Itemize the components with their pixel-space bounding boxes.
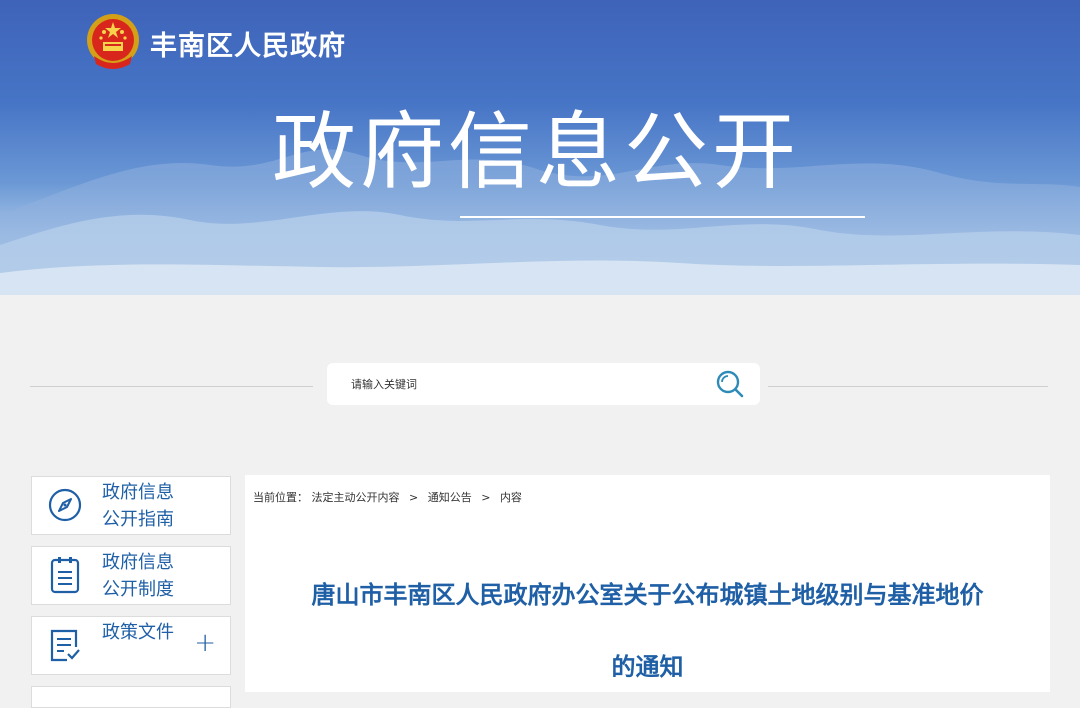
hero-title: 政府信息公开 bbox=[272, 103, 801, 201]
expand-plus-icon[interactable]: + bbox=[194, 630, 216, 656]
hero-underline bbox=[460, 216, 865, 218]
sidebar-item-disclosure-system[interactable]: 政府信息 公开制度 bbox=[31, 546, 231, 605]
search-input[interactable] bbox=[343, 363, 719, 405]
search-divider-right bbox=[768, 386, 1048, 387]
breadcrumb-link-notices[interactable]: 通知公告 bbox=[428, 491, 472, 504]
content-panel: 当前位置： 法定主动公开内容 > 通知公告 > 内容 唐山市丰南区人民政府办公室… bbox=[245, 475, 1050, 692]
article-title-line-2: 的通知 bbox=[611, 653, 684, 681]
document-check-icon bbox=[50, 629, 80, 662]
breadcrumb-separator: > bbox=[409, 491, 419, 504]
breadcrumb-separator: > bbox=[481, 491, 491, 504]
compass-icon bbox=[48, 488, 82, 522]
sidebar-item-next[interactable] bbox=[31, 686, 231, 708]
sidebar-item-label: 政策文件 bbox=[102, 622, 174, 643]
national-emblem-icon bbox=[87, 14, 139, 69]
sidebar-item-label: 政府信息 公开制度 bbox=[102, 552, 174, 600]
breadcrumb-prefix: 当前位置： bbox=[253, 491, 308, 504]
article-title: 唐山市丰南区人民政府办公室关于公布城镇土地级别与基准地价 的通知 bbox=[275, 559, 1020, 703]
site-name[interactable]: 丰南区人民政府 bbox=[150, 24, 346, 63]
article-title-line-1: 唐山市丰南区人民政府办公室关于公布城镇土地级别与基准地价 bbox=[311, 581, 984, 609]
search-icon[interactable] bbox=[714, 368, 746, 400]
search-divider-left bbox=[30, 386, 313, 387]
sidebar-item-policy-documents[interactable]: 政策文件 + bbox=[31, 616, 231, 675]
sidebar-item-label: 政府信息 公开指南 bbox=[102, 482, 174, 530]
sidebar-item-disclosure-guide[interactable]: 政府信息 公开指南 bbox=[31, 476, 231, 535]
header-banner: 丰南区人民政府 政府信息公开 bbox=[0, 0, 1080, 295]
breadcrumb: 当前位置： 法定主动公开内容 > 通知公告 > 内容 bbox=[253, 489, 522, 505]
breadcrumb-link-statutory-disclosure[interactable]: 法定主动公开内容 bbox=[312, 491, 400, 504]
breadcrumb-current: 内容 bbox=[499, 491, 522, 504]
search-box bbox=[327, 363, 760, 405]
clipboard-icon bbox=[50, 557, 80, 594]
